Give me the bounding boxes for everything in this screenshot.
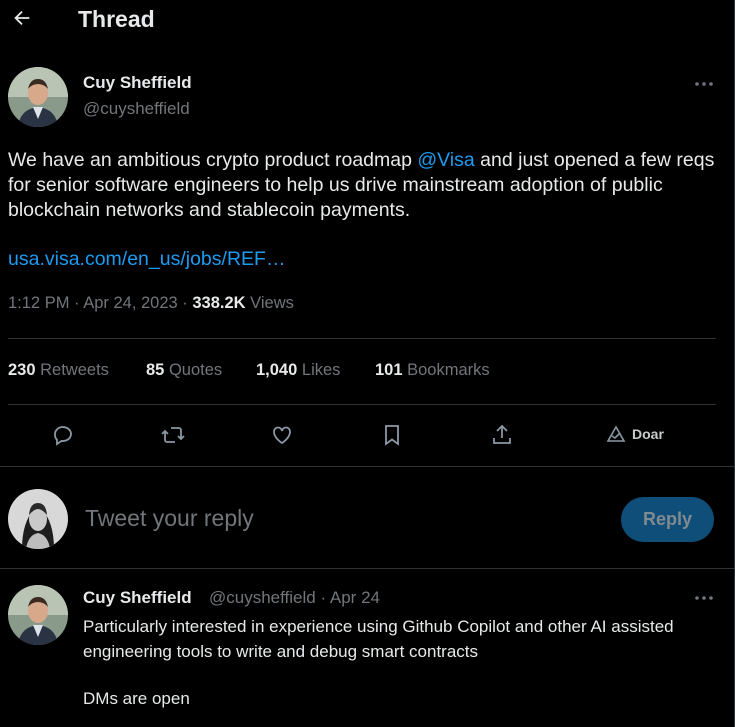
retweets-label: Retweets [40,361,109,379]
views-label: Views [245,294,294,312]
views-count: 338.2K [192,294,246,312]
reply-text: Particularly interested in experience us… [83,617,674,661]
reply-author-meta[interactable]: @cuysheffield · Apr 24 [209,588,380,608]
more-options-icon[interactable] [692,74,716,94]
divider [0,568,734,569]
quotes-label: Quotes [168,361,223,379]
bookmarks-stat[interactable]: 101 Bookmarks [375,361,490,380]
retweets-stat[interactable]: 230 Retweets [8,361,109,380]
quotes-count: 85 [146,361,165,379]
divider [8,404,716,405]
reply-author-avatar[interactable] [8,585,68,645]
heart-icon[interactable] [268,421,296,449]
likes-stat[interactable]: 1,040 Likes [256,361,340,380]
divider [8,338,716,339]
reply-author-name[interactable]: Cuy Sheffield [83,588,192,608]
likes-count: 1,040 [256,361,298,379]
bookmarks-label: Bookmarks [407,361,490,379]
page-title: Thread [78,6,155,32]
retweet-icon[interactable] [159,421,187,449]
reply-more-options-icon[interactable] [692,588,716,608]
bookmark-icon[interactable] [378,421,406,449]
doar-label: Doar [632,426,664,442]
reply-icon[interactable] [49,421,77,449]
bookmarks-count: 101 [375,361,403,379]
divider [0,466,734,467]
author-name[interactable]: Cuy Sheffield [83,73,192,93]
tweet-text-part: We have an ambitious crypto product road… [8,149,418,171]
likes-label: Likes [301,361,341,379]
doar-button[interactable]: Doar [606,425,664,443]
author-handle[interactable]: @cuysheffield [83,99,190,119]
user-avatar[interactable] [8,489,68,549]
reply-input[interactable]: Tweet your reply [85,505,254,532]
tweet-url-link[interactable]: usa.visa.com/en_us/jobs/REF… [8,248,285,271]
thread-header: Thread [0,0,734,40]
tweet-meta: 1:12 PM · Apr 24, 2023 · 338.2K Views [8,294,294,313]
tweet-timestamp[interactable]: 1:12 PM · Apr 24, 2023 · [8,294,192,312]
mention-link[interactable]: @Visa [417,149,474,171]
share-icon[interactable] [488,421,516,449]
retweets-count: 230 [8,361,36,379]
back-arrow-icon[interactable] [8,4,36,32]
warning-triangle-icon [606,425,626,442]
reply-text-line2: DMs are open [83,689,190,708]
tweet-text: We have an ambitious crypto product road… [8,148,720,223]
author-avatar[interactable] [8,67,68,127]
reply-button[interactable]: Reply [621,497,714,542]
quotes-stat[interactable]: 85 Quotes [146,361,222,380]
